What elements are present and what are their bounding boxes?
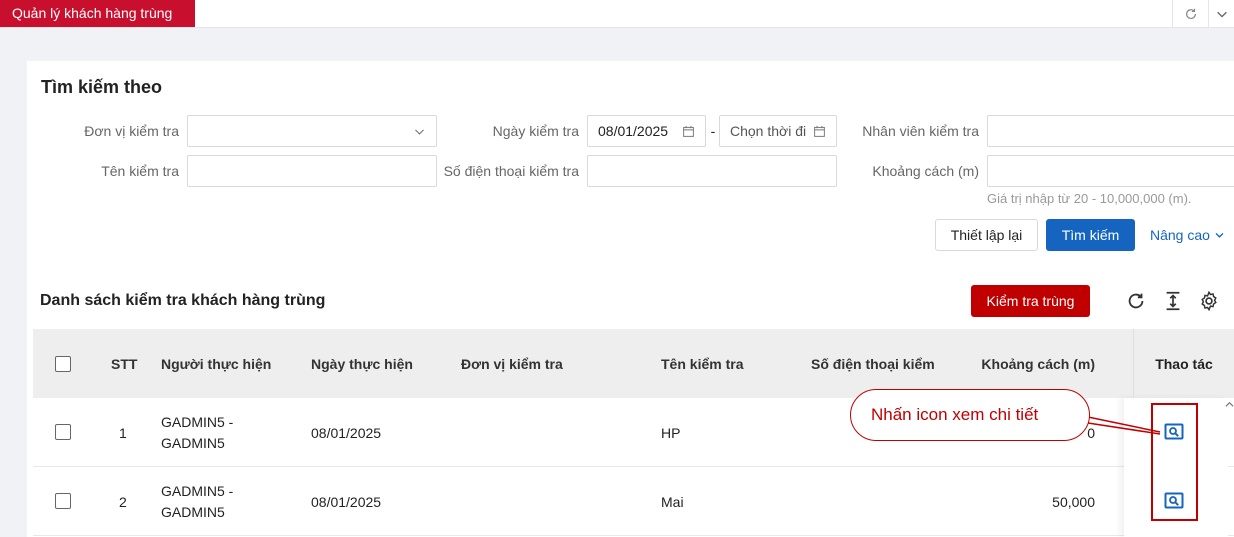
row-distance: 50,000 <box>1052 493 1095 510</box>
refresh-icon <box>1128 293 1144 309</box>
row-checkbox[interactable] <box>55 493 71 509</box>
col-distance[interactable]: Khoảng cách (m) <box>973 329 1095 398</box>
tab-menu-button[interactable] <box>1208 0 1234 28</box>
calendar-icon <box>814 125 825 137</box>
column-height-icon <box>1166 291 1180 311</box>
row-date: 08/01/2025 <box>311 424 382 441</box>
select-all-checkbox[interactable] <box>55 356 71 372</box>
annotation-highlight-box <box>1151 403 1198 521</box>
table-row: 2 GADMIN5 - GADMIN5 08/01/2025 Mai 50,00… <box>33 467 1234 536</box>
unit-select[interactable] <box>187 115 437 147</box>
main-panel: Tìm kiếm theo Đơn vị kiểm tra Ngày kiểm … <box>27 61 1234 537</box>
row-user-line1: GADMIN5 - <box>161 413 234 430</box>
row-name: HP <box>661 424 681 441</box>
staff-label: Nhân viên kiểm tra <box>862 123 979 139</box>
date-from-input[interactable]: 08/01/2025 <box>587 115 706 147</box>
distance-input[interactable] <box>987 155 1234 187</box>
table-header: STT Người thực hiện Ngày thực hiện Đơn v… <box>33 329 1234 398</box>
refresh-icon <box>1185 8 1196 20</box>
col-phone[interactable]: Số điện thoại kiểm <box>811 329 946 398</box>
check-name-input[interactable] <box>187 155 437 187</box>
reload-list-button[interactable] <box>1124 289 1148 313</box>
check-duplicate-button[interactable]: Kiểm tra trùng <box>971 285 1090 317</box>
row-date: 08/01/2025 <box>311 493 382 510</box>
date-to-input[interactable]: Chọn thời đi <box>719 115 837 147</box>
check-date-label: Ngày kiểm tra <box>492 123 579 139</box>
date-from-value: 08/01/2025 <box>598 123 669 139</box>
check-name-label: Tên kiểm tra <box>101 163 179 179</box>
row-height-button[interactable] <box>1161 289 1185 313</box>
scroll-up-icon[interactable] <box>1225 400 1234 409</box>
chevron-down-icon <box>1216 11 1227 18</box>
advanced-search-link[interactable]: Nâng cao <box>1150 227 1225 243</box>
col-date[interactable]: Ngày thực hiện <box>311 329 413 398</box>
row-user-line2: GADMIN5 <box>161 503 225 520</box>
col-name[interactable]: Tên kiểm tra <box>661 329 743 398</box>
date-range-separator: - <box>710 123 716 139</box>
phone-input[interactable] <box>587 155 837 187</box>
gear-icon <box>1201 290 1217 312</box>
row-stt: 2 <box>119 493 127 510</box>
date-to-placeholder: Chọn thời đi <box>730 123 807 139</box>
phone-label: Số điện thoại kiểm tra <box>443 163 579 179</box>
distance-hint: Giá trị nhập từ 20 - 10,000,000 (m). <box>987 191 1192 206</box>
row-user: GADMIN5 - GADMIN5 <box>161 398 233 467</box>
search-section-title: Tìm kiếm theo <box>41 77 163 97</box>
refresh-tab-button[interactable] <box>1172 0 1208 28</box>
unit-label: Đơn vị kiểm tra <box>84 123 179 139</box>
row-user-line1: GADMIN5 - <box>161 482 234 499</box>
tab-duplicate-customers[interactable]: Quản lý khách hàng trùng <box>0 0 195 27</box>
staff-input[interactable] <box>987 115 1234 147</box>
col-stt[interactable]: STT <box>111 329 137 398</box>
advanced-label: Nâng cao <box>1150 227 1210 243</box>
settings-button[interactable] <box>1197 289 1221 313</box>
chevron-down-icon <box>415 129 424 135</box>
list-title: Danh sách kiểm tra khách hàng trùng <box>40 292 326 309</box>
distance-label: Khoảng cách (m) <box>872 163 979 179</box>
col-action: Thao tác <box>1133 329 1234 398</box>
tab-bar: Quản lý khách hàng trùng <box>0 0 1234 28</box>
annotation-callout: Nhấn icon xem chi tiết <box>850 389 1090 441</box>
search-button[interactable]: Tìm kiếm <box>1046 219 1135 251</box>
col-user[interactable]: Người thực hiện <box>161 329 271 398</box>
chevron-down-icon <box>1215 232 1224 238</box>
row-user: GADMIN5 - GADMIN5 <box>161 467 233 536</box>
reset-button[interactable]: Thiết lập lại <box>935 219 1038 251</box>
col-unit[interactable]: Đơn vị kiểm tra <box>461 329 563 398</box>
calendar-icon <box>683 125 694 137</box>
row-stt: 1 <box>119 424 127 441</box>
row-user-line2: GADMIN5 <box>161 434 225 451</box>
row-name: Mai <box>661 493 684 510</box>
row-checkbox[interactable] <box>55 424 71 440</box>
